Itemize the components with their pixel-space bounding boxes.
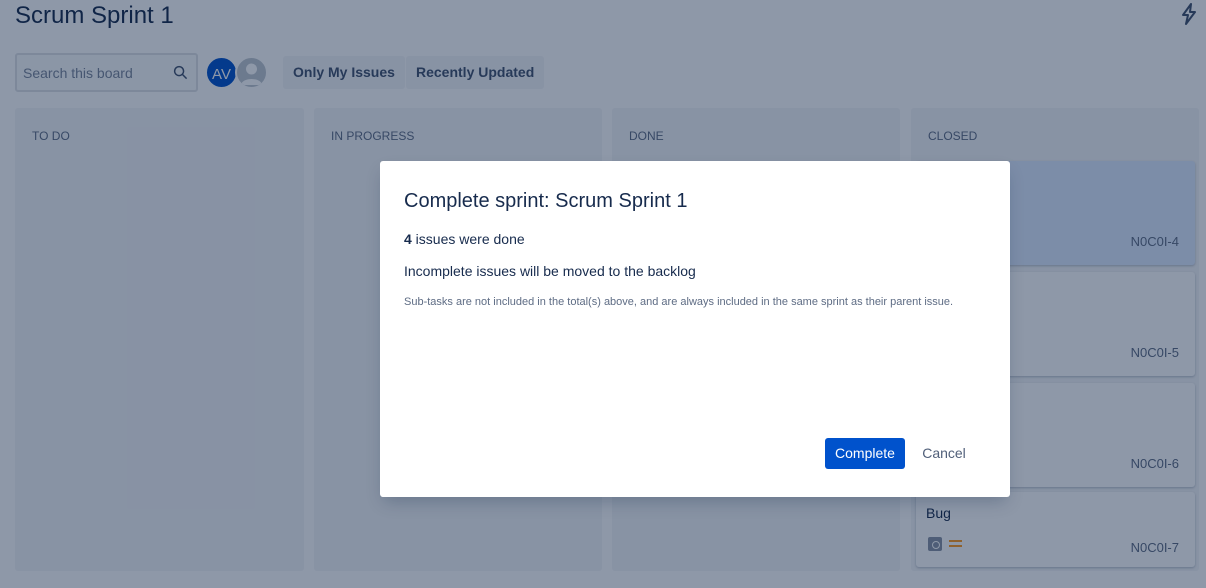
cancel-button[interactable]: Cancel bbox=[913, 438, 975, 469]
done-issues-summary: 4 issues were done bbox=[404, 231, 525, 247]
subtasks-note: Sub-tasks are not included in the total(… bbox=[404, 296, 954, 308]
done-count: 4 bbox=[404, 231, 412, 247]
dialog-title: Complete sprint: Scrum Sprint 1 bbox=[404, 190, 688, 212]
complete-button[interactable]: Complete bbox=[825, 438, 905, 469]
backlog-message: Incomplete issues will be moved to the b… bbox=[404, 263, 696, 279]
complete-sprint-dialog: Complete sprint: Scrum Sprint 1 4 issues… bbox=[380, 161, 1010, 497]
done-text: issues were done bbox=[411, 231, 525, 247]
